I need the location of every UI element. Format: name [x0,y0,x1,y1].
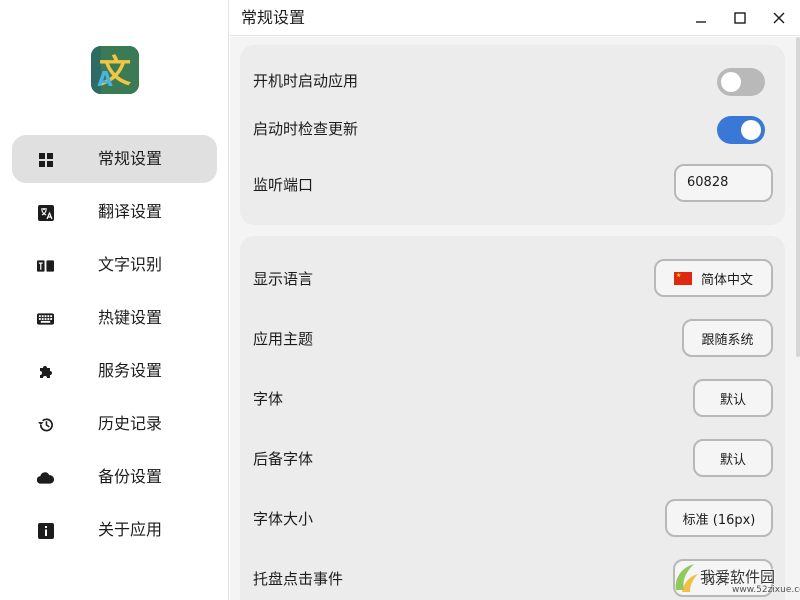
port-label: 监听端口 [253,176,314,194]
sidebar-item-label: 文字识别 [98,255,163,274]
sidebar-item-ocr[interactable]: 文字识别 [12,241,217,289]
toggle-knob [741,120,761,140]
close-icon [773,12,785,24]
sidebar-item-translate[interactable]: 翻译设置 [12,188,217,236]
tray-click-label: 托盘点击事件 [253,570,344,588]
language-value: 简体中文 [700,272,753,288]
title-bar: 常规设置 [230,0,800,36]
font-label: 字体 [253,390,284,408]
sidebar-item-label: 备份设置 [98,467,163,486]
fallback-font-value: 默认 [719,452,746,468]
translate-icon [37,204,54,221]
sidebar-item-label: 历史记录 [98,414,163,433]
tray-click-select[interactable]: 打开... [673,559,773,597]
check-update-toggle[interactable] [717,116,765,144]
sidebar-item-label: 翻译设置 [98,202,163,221]
puzzle-icon [37,363,54,380]
font-value: 默认 [719,392,746,408]
sidebar-nav: 常规设置 翻译设置 文字识别 热键设置 服务设置 历史记录 备份设置 关于应用 [12,135,217,559]
toggle-knob [721,72,741,92]
sidebar-item-label: 热键设置 [98,308,163,327]
ocr-icon [37,257,54,274]
font-size-select[interactable]: 标准 (16px) [665,499,773,537]
keyboard-icon [37,310,54,327]
close-button[interactable] [767,6,791,30]
theme-value: 跟随系统 [701,332,754,348]
history-icon [37,416,54,433]
settings-panel: 开机时启动应用 启动时检查更新 监听端口 60828 显示语言 ★ 简体中文 应… [230,37,800,600]
language-label: 显示语言 [253,270,314,288]
theme-select[interactable]: 跟随系统 [682,319,773,357]
font-size-label: 字体大小 [253,510,314,528]
font-select[interactable]: 默认 [693,379,773,417]
sidebar-item-service[interactable]: 服务设置 [12,347,217,395]
fallback-font-label: 后备字体 [253,450,314,468]
sidebar: 文 A 常规设置 翻译设置 文字识别 热键设置 服务设置 历史记录 备份设置 关… [0,0,229,600]
fallback-font-select[interactable]: 默认 [693,439,773,477]
cloud-icon [37,469,54,486]
china-flag-icon: ★ [673,271,692,285]
sidebar-item-about[interactable]: 关于应用 [12,506,217,554]
info-icon [37,522,54,539]
window-title: 常规设置 [241,8,306,27]
sidebar-item-label: 关于应用 [98,520,163,539]
sidebar-item-hotkey[interactable]: 热键设置 [12,294,217,342]
tray-click-value: 打开... [703,572,743,588]
maximize-button[interactable] [728,6,752,30]
theme-label: 应用主题 [253,330,314,348]
port-input[interactable]: 60828 [674,164,773,202]
language-select[interactable]: ★ 简体中文 [654,259,773,297]
general-card: 开机时启动应用 启动时检查更新 监听端口 60828 [240,45,785,225]
sidebar-item-general[interactable]: 常规设置 [12,135,217,183]
sidebar-item-backup[interactable]: 备份设置 [12,453,217,501]
font-size-value: 标准 (16px) [682,512,756,528]
minimize-button[interactable] [689,6,713,30]
sidebar-item-label: 常规设置 [98,149,163,168]
app-logo: 文 A [91,46,139,94]
minimize-icon [696,21,706,23]
svg-text:A: A [97,67,113,91]
sidebar-item-label: 服务设置 [98,361,163,380]
sidebar-item-history[interactable]: 历史记录 [12,400,217,448]
appearance-card: 显示语言 ★ 简体中文 应用主题 跟随系统 字体 默认 后备字体 默认 字体大小… [240,236,785,600]
grid-icon [37,151,54,168]
check-update-label: 启动时检查更新 [253,120,359,138]
autostart-toggle[interactable] [717,68,765,96]
scrollbar[interactable] [796,37,800,357]
maximize-icon [734,12,746,24]
autostart-label: 开机时启动应用 [253,72,359,90]
